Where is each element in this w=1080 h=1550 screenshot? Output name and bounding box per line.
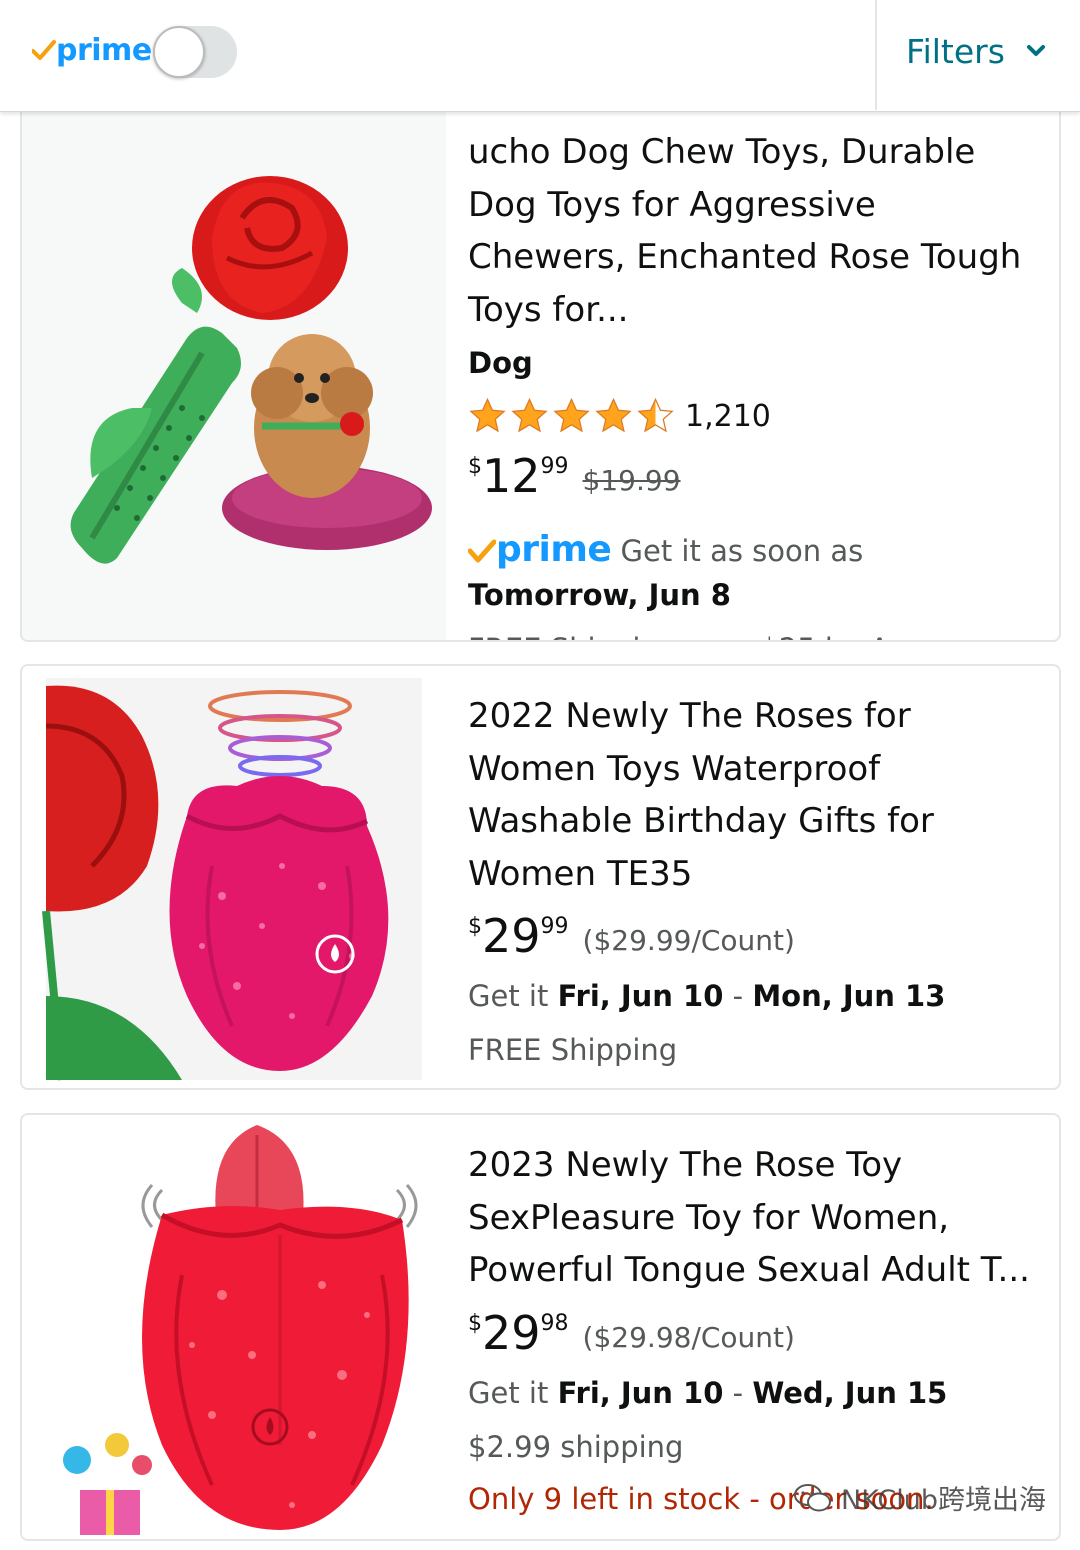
price-fraction: 99	[540, 914, 569, 939]
product-image[interactable]	[22, 1115, 446, 1539]
prime-toggle[interactable]	[153, 26, 237, 78]
delivery-prefix: Get it	[468, 1375, 549, 1410]
price-symbol: $	[468, 914, 482, 939]
product-info: 2022 Newly The Roses for Women Toys Wate…	[468, 666, 1041, 1088]
rose-toy-illustration	[42, 678, 422, 1081]
watermark-text: NKClub跨境出海	[841, 1485, 1047, 1516]
watermark: NKClub跨境出海	[793, 1478, 1046, 1517]
product-card[interactable]: 2022 Newly The Roses for Women Toys Wate…	[20, 664, 1061, 1090]
delivery-info: Get it Fri, Jun 10 - Mon, Jun 13	[468, 974, 1041, 1018]
delivery-separator: -	[732, 1375, 744, 1410]
shipping-info: FREE Shipping over $25 by Amazon	[468, 627, 1041, 640]
star-full-icon	[511, 397, 548, 433]
prime-label: prime	[56, 32, 152, 68]
price-symbol: $	[468, 454, 482, 479]
price-whole: 29	[482, 909, 541, 963]
product-title[interactable]: ucho Dog Chew Toys, Durable Dog Toys for…	[468, 126, 1041, 336]
delivery-start: Fri, Jun 10	[557, 979, 724, 1013]
price: $ 12 99 $19.99	[468, 450, 1041, 508]
delivery-prefix: Get it	[468, 979, 549, 1013]
price-whole: 29	[482, 1305, 541, 1360]
delivery-separator: -	[732, 979, 744, 1013]
delivery-prefix: Get it as soon as	[620, 534, 864, 568]
wechat-icon	[794, 1483, 831, 1511]
unit-price: ($29.99/Count)	[582, 924, 795, 957]
stock-warning: Only 18 left in stock - order soon.	[468, 1080, 1041, 1088]
unit-price: ($29.98/Count)	[582, 1320, 795, 1354]
product-card[interactable]: 2023 Newly The Rose Toy SexPleasure Toy …	[20, 1113, 1061, 1541]
price-fraction: 98	[540, 1310, 569, 1336]
rose-tongue-toy-illustration	[63, 1125, 418, 1535]
delivery-end: Mon, Jun 13	[752, 979, 946, 1013]
filters-label: Filters	[906, 31, 1005, 71]
shipping-info: $2.99 shipping	[468, 1429, 684, 1464]
price-fraction: 99	[540, 454, 569, 479]
price-whole: 12	[482, 449, 541, 503]
top-bar: prime Filters	[0, 0, 1080, 112]
delivery-info: prime Get it as soon as Tomorrow, Jun 8	[467, 528, 1041, 617]
star-full-icon	[553, 397, 590, 433]
delivery-date: Tomorrow, Jun 8	[468, 578, 731, 612]
shipping-info: FREE Shipping	[468, 1033, 678, 1067]
star-full-icon	[595, 397, 632, 433]
rating-row[interactable]: 1,210	[468, 394, 1041, 438]
chevron-down-icon	[1026, 45, 1045, 56]
product-card[interactable]: ucho Dog Chew Toys, Durable Dog Toys for…	[20, 108, 1061, 642]
price: $ 29 98 ($29.98/Count)	[468, 1307, 1041, 1365]
price-symbol: $	[468, 1310, 482, 1336]
prime-check-icon	[32, 40, 56, 60]
delivery-start: Fri, Jun 10	[557, 1375, 724, 1410]
price: $ 29 99 ($29.99/Count)	[468, 910, 1041, 968]
product-title[interactable]: 2022 Newly The Roses for Women Toys Wate…	[468, 690, 1041, 900]
product-image[interactable]	[22, 108, 446, 640]
prime-filter-logo: prime	[32, 28, 152, 72]
toggle-knob	[153, 26, 205, 78]
product-brand: Dog	[468, 346, 533, 380]
product-info: 2023 Newly The Rose Toy SexPleasure Toy …	[468, 1115, 1041, 1521]
delivery-info: Get it Fri, Jun 10 - Wed, Jun 15	[468, 1371, 1041, 1415]
star-full-icon	[469, 397, 506, 433]
rating-count[interactable]: 1,210	[685, 399, 771, 434]
prime-badge: prime	[496, 529, 612, 570]
prime-check-icon	[467, 539, 497, 563]
product-image[interactable]	[22, 666, 446, 1088]
header-divider	[875, 0, 877, 110]
filters-button[interactable]: Filters	[906, 30, 1047, 72]
list-price: $19.99	[582, 464, 681, 497]
star-half-icon	[637, 397, 674, 433]
product-info: ucho Dog Chew Toys, Durable Dog Toys for…	[467, 108, 1041, 640]
product-title[interactable]: 2023 Newly The Rose Toy SexPleasure Toy …	[468, 1139, 1041, 1297]
rose-dog-toy-illustration	[70, 176, 432, 564]
star-rating	[468, 397, 675, 435]
delivery-end: Wed, Jun 15	[752, 1375, 948, 1410]
